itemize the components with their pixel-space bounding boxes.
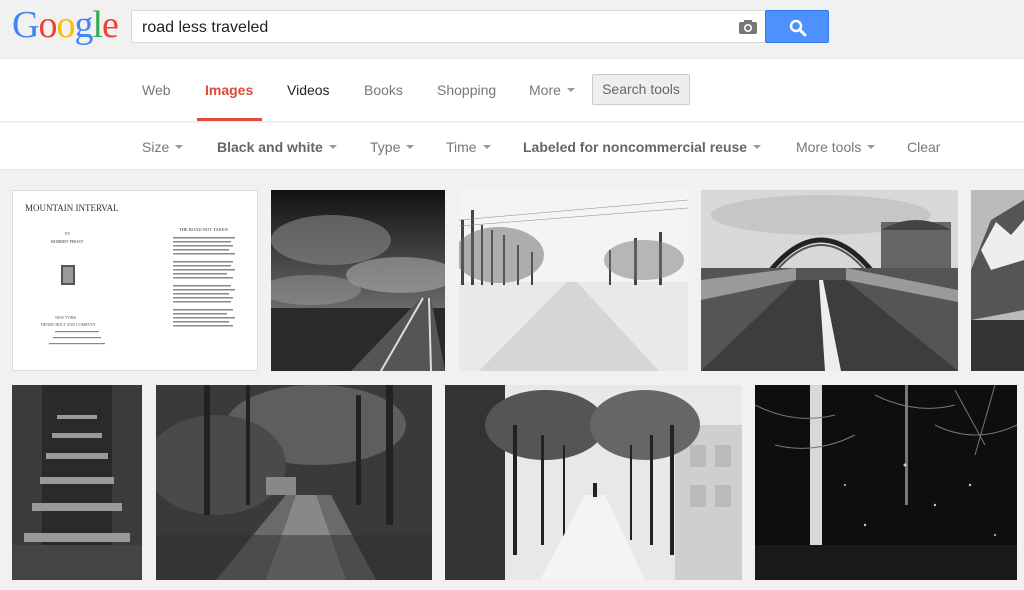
active-tab-indicator — [197, 118, 262, 121]
filter-color-label: Black and white — [217, 139, 323, 155]
image-results-grid: MOUNTAIN INTERVAL BY ROBERT FROST NEW YO… — [0, 171, 1024, 590]
search-input[interactable]: road less traveled — [131, 10, 766, 43]
logo-letter: l — [92, 4, 103, 46]
nav-tabs: Web Images Videos Books Shopping More Se… — [0, 59, 1024, 122]
tab-more-label: More — [529, 82, 561, 98]
result-image-highway-arch[interactable] — [701, 190, 958, 371]
search-icon — [789, 19, 807, 37]
chevron-down-icon — [328, 145, 337, 149]
book-publisher: HENRY HOLT AND COMPANY — [41, 322, 96, 327]
logo-letter: g — [74, 4, 93, 46]
chevron-down-icon — [753, 145, 762, 149]
result-image-mountain[interactable] — [971, 190, 1024, 371]
filter-color[interactable]: Black and white — [217, 139, 337, 155]
logo-letter: o — [56, 4, 75, 46]
search-button[interactable] — [765, 10, 829, 43]
filter-more-tools[interactable]: More tools — [796, 139, 876, 155]
search-query: road less traveled — [142, 19, 269, 36]
book-place: NEW YORK — [55, 315, 76, 320]
result-image-book-page[interactable]: MOUNTAIN INTERVAL BY ROBERT FROST NEW YO… — [12, 190, 258, 371]
logo-letter: o — [38, 4, 57, 46]
tab-books[interactable]: Books — [364, 82, 403, 98]
chevron-down-icon — [406, 145, 415, 149]
mountain-image — [971, 190, 1024, 371]
filter-usage-rights[interactable]: Labeled for noncommercial reuse — [523, 139, 762, 155]
filter-size-label: Size — [142, 139, 170, 155]
highway-arch-image — [701, 190, 958, 371]
logo-letter: e — [102, 4, 119, 46]
book-title: MOUNTAIN INTERVAL — [25, 203, 119, 213]
poem-title: THE ROAD NOT TAKEN — [179, 227, 229, 232]
chevron-down-icon — [482, 145, 491, 149]
night-forest-image — [755, 385, 1017, 580]
filter-type-label: Type — [370, 139, 401, 155]
filter-type[interactable]: Type — [370, 139, 415, 155]
chevron-down-icon — [867, 145, 876, 149]
result-image-night-forest[interactable] — [755, 385, 1017, 580]
result-image-railway-tracks[interactable] — [271, 190, 445, 371]
chevron-down-icon — [175, 145, 184, 149]
book-author: ROBERT FROST — [51, 239, 84, 244]
google-logo[interactable]: Google — [12, 4, 119, 46]
filter-time-label: Time — [446, 139, 477, 155]
filter-size[interactable]: Size — [142, 139, 184, 155]
filter-bar: Size Black and white Type Time Labeled f… — [0, 123, 1024, 170]
tab-more[interactable]: More — [529, 82, 575, 98]
tab-shopping[interactable]: Shopping — [437, 82, 496, 98]
result-image-snowy-road[interactable] — [459, 190, 688, 371]
header: Google road less traveled — [0, 0, 1024, 59]
book-by: BY — [65, 231, 71, 236]
result-image-forest-path[interactable] — [156, 385, 432, 580]
book-page-image: MOUNTAIN INTERVAL BY ROBERT FROST NEW YO… — [13, 191, 257, 370]
tab-videos[interactable]: Videos — [287, 82, 330, 98]
camera-icon[interactable] — [738, 19, 758, 35]
tree-lined-walkway-image — [445, 385, 742, 580]
snowy-road-image — [459, 190, 688, 371]
result-image-stone-stairs[interactable] — [12, 385, 142, 580]
tab-web[interactable]: Web — [142, 82, 171, 98]
filter-more-tools-label: More tools — [796, 139, 862, 155]
filter-time[interactable]: Time — [446, 139, 491, 155]
logo-letter: G — [12, 4, 39, 46]
stone-stairs-image — [12, 385, 142, 580]
chevron-down-icon — [566, 88, 575, 92]
railway-tracks-image — [271, 190, 445, 371]
tab-images[interactable]: Images — [205, 82, 253, 98]
result-image-tree-lined-walkway[interactable] — [445, 385, 742, 580]
search-tools-button[interactable]: Search tools — [592, 74, 690, 105]
clear-filters-link[interactable]: Clear — [907, 139, 940, 155]
filter-usage-label: Labeled for noncommercial reuse — [523, 139, 748, 155]
forest-path-image — [156, 385, 432, 580]
